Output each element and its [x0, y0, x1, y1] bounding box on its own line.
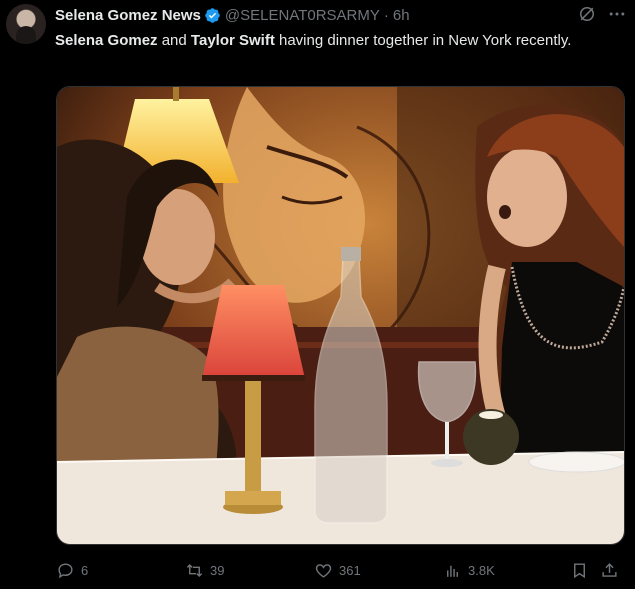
author-name[interactable]: Selena Gomez News	[55, 7, 201, 24]
like-icon	[315, 563, 332, 578]
header-separator: ·	[383, 6, 389, 24]
verified-badge-icon	[205, 7, 220, 23]
views-icon	[447, 565, 458, 577]
text-rest: having dinner together in New York recen…	[274, 32, 572, 49]
bookmark-button[interactable]	[570, 556, 589, 584]
reply-button[interactable]: 6	[56, 556, 88, 584]
reply-icon	[58, 562, 73, 578]
text-and: and	[157, 32, 191, 49]
tweet-text: Selena Gomez and Taylor Swift having din…	[55, 30, 615, 52]
like-button[interactable]: 361	[314, 556, 361, 584]
mention-selena: Selena Gomez	[55, 32, 158, 49]
author-handle[interactable]: @SELENAT0RSARMY	[225, 7, 380, 24]
action-bar: 6 39 361 3.8K	[0, 556, 635, 584]
author-avatar[interactable]	[6, 4, 46, 44]
tweet-header: Selena Gomez News @SELENAT0RSARMY · 6h	[55, 5, 410, 25]
grok-icon[interactable]	[577, 4, 597, 24]
views-button[interactable]: 3.8K	[443, 556, 495, 584]
like-count: 361	[339, 562, 361, 578]
tweet[interactable]: Selena Gomez News @SELENAT0RSARMY · 6h S…	[0, 0, 635, 589]
tweet-photo[interactable]	[56, 86, 625, 545]
views-count: 3.8K	[468, 562, 495, 578]
more-icon[interactable]	[606, 4, 628, 24]
share-icon	[602, 562, 617, 577]
tweet-timestamp[interactable]: 6h	[393, 7, 410, 24]
share-button[interactable]	[600, 556, 619, 584]
retweet-icon	[186, 563, 203, 577]
mention-taylor: Taylor Swift	[190, 32, 275, 49]
bookmark-icon	[574, 562, 585, 578]
retweet-count: 39	[210, 562, 225, 578]
retweet-button[interactable]: 39	[185, 556, 224, 584]
reply-count: 6	[81, 562, 89, 578]
